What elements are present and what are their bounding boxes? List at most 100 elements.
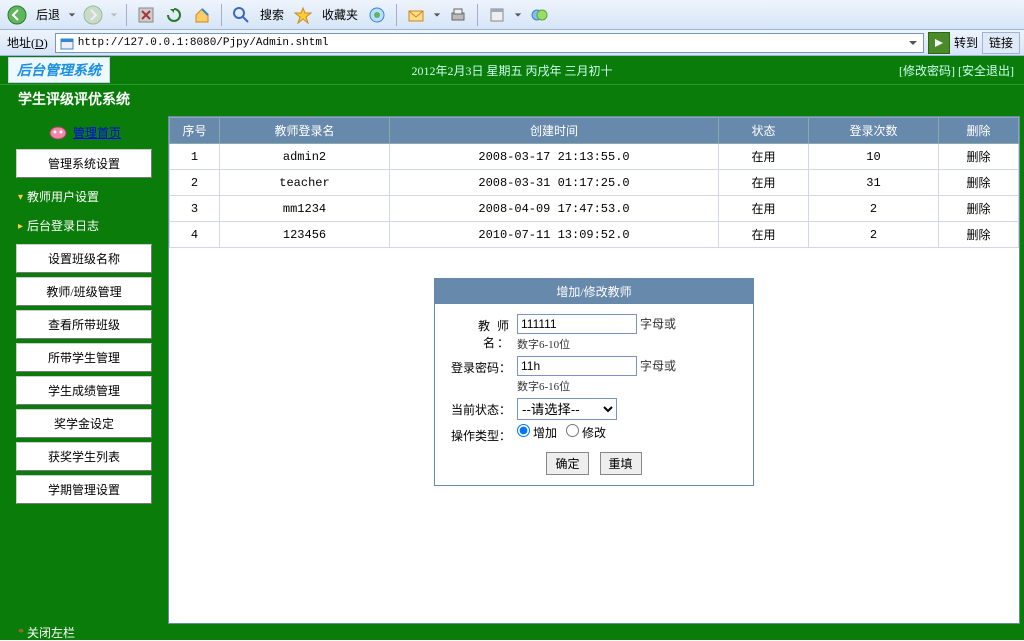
sidebar-item-award-list[interactable]: 获奖学生列表 xyxy=(16,442,152,471)
url-dropdown-icon[interactable] xyxy=(907,37,919,49)
refresh-icon[interactable] xyxy=(161,3,187,27)
table-row: 1admin22008-03-17 21:13:55.0在用10删除 xyxy=(170,144,1019,170)
header-links: [修改密码] [安全退出] xyxy=(899,62,1014,79)
change-password-link[interactable]: [修改密码] xyxy=(899,64,955,78)
sidebar-item-scholarship[interactable]: 奖学金设定 xyxy=(16,409,152,438)
teacher-name-input[interactable] xyxy=(517,314,637,334)
address-bar: 地址(D) http://127.0.0.1:8080/Pjpy/Admin.s… xyxy=(0,30,1024,56)
print-icon[interactable] xyxy=(445,3,471,27)
edit-dropdown[interactable] xyxy=(512,11,524,19)
mail-icon[interactable] xyxy=(403,3,429,27)
sidebar-cat-login-log[interactable]: 后台登录日志 xyxy=(10,211,158,240)
main-wrap: 管理首页 管理系统设置 教师用户设置 后台登录日志 设置班级名称 教师/班级管理… xyxy=(0,112,1024,624)
home-icon[interactable] xyxy=(189,3,215,27)
table-row: 41234562010-07-11 13:09:52.0在用2删除 xyxy=(170,222,1019,248)
logout-link[interactable]: [安全退出] xyxy=(958,64,1014,78)
search-icon[interactable] xyxy=(228,3,254,27)
favorites-label: 收藏夹 xyxy=(318,6,362,23)
url-text: http://127.0.0.1:8080/Pjpy/Admin.shtml xyxy=(78,37,329,49)
form-title: 增加/修改教师 xyxy=(435,279,753,304)
stop-icon[interactable] xyxy=(133,3,159,27)
password-input[interactable] xyxy=(517,356,637,376)
sidebar-item-teacher-class[interactable]: 教师/班级管理 xyxy=(16,277,152,306)
op-mod-radio[interactable] xyxy=(566,424,579,437)
back-dropdown[interactable] xyxy=(66,11,78,19)
sidebar-item-view-class[interactable]: 查看所带班级 xyxy=(16,310,152,339)
teacher-name-subhint: 数字6-10位 xyxy=(517,336,739,352)
header-datetime: 2012年2月3日 星期五 丙戌年 三月初十 xyxy=(411,62,612,79)
edit-icon[interactable] xyxy=(484,3,510,27)
cell-count: 10 xyxy=(809,144,939,170)
password-hint: 字母或 xyxy=(640,359,676,373)
address-label: 地址(D) xyxy=(4,34,51,51)
sidebar-home[interactable]: 管理首页 xyxy=(10,120,158,145)
back-button[interactable] xyxy=(4,3,30,27)
sidebar-item-sys-settings[interactable]: 管理系统设置 xyxy=(16,149,152,178)
th-seq: 序号 xyxy=(170,118,220,144)
cell-del[interactable]: 删除 xyxy=(939,144,1019,170)
browser-toolbar: 后退 搜索 收藏夹 xyxy=(0,0,1024,30)
cell-del[interactable]: 删除 xyxy=(939,170,1019,196)
cell-created: 2008-03-31 01:17:25.0 xyxy=(390,170,719,196)
sidebar-item-term-mgmt[interactable]: 学期管理设置 xyxy=(16,475,152,504)
th-login: 教师登录名 xyxy=(220,118,390,144)
forward-dropdown[interactable] xyxy=(108,11,120,19)
url-input[interactable]: http://127.0.0.1:8080/Pjpy/Admin.shtml xyxy=(55,33,924,53)
history-icon[interactable] xyxy=(364,3,390,27)
favorites-icon[interactable] xyxy=(290,3,316,27)
submit-button[interactable]: 确定 xyxy=(546,452,588,475)
cell-created: 2010-07-11 13:09:52.0 xyxy=(390,222,719,248)
cell-count: 31 xyxy=(809,170,939,196)
password-label: 登录密码： xyxy=(449,356,511,376)
go-label: 转到 xyxy=(954,34,978,51)
home-small-icon xyxy=(47,125,69,141)
footer-bar: * 关闭左栏 xyxy=(0,624,1024,640)
cell-created: 2008-04-09 17:47:53.0 xyxy=(390,196,719,222)
forward-button[interactable] xyxy=(80,3,106,27)
th-status: 状态 xyxy=(719,118,809,144)
reset-button[interactable]: 重填 xyxy=(600,452,642,475)
cell-seq: 2 xyxy=(170,170,220,196)
asterisk-icon: * xyxy=(18,625,24,640)
table-row: 2teacher2008-03-31 01:17:25.0在用31删除 xyxy=(170,170,1019,196)
system-title: 学生评级评优系统 xyxy=(18,89,130,109)
sidebar-item-student-mgmt[interactable]: 所带学生管理 xyxy=(16,343,152,372)
sidebar-item-grade-mgmt[interactable]: 学生成绩管理 xyxy=(16,376,152,405)
cell-seq: 1 xyxy=(170,144,220,170)
go-button[interactable] xyxy=(928,32,950,54)
mail-dropdown[interactable] xyxy=(431,11,443,19)
table-body: 1admin22008-03-17 21:13:55.0在用10删除2teach… xyxy=(170,144,1019,248)
content-area: 序号 教师登录名 创建时间 状态 登录次数 删除 1admin22008-03-… xyxy=(168,116,1020,624)
app-logo: 后台管理系统 xyxy=(8,57,110,83)
teacher-form: 增加/修改教师 教 师 名： 字母或 数字6-10位 登录密码： 字母或 数字 xyxy=(434,278,754,486)
links-button[interactable]: 链接 xyxy=(982,32,1020,54)
close-left-link[interactable]: 关闭左栏 xyxy=(27,624,75,641)
cell-status: 在用 xyxy=(719,222,809,248)
th-created: 创建时间 xyxy=(390,118,719,144)
th-count: 登录次数 xyxy=(809,118,939,144)
cell-login: teacher xyxy=(220,170,390,196)
cell-del[interactable]: 删除 xyxy=(939,196,1019,222)
cell-del[interactable]: 删除 xyxy=(939,222,1019,248)
app-header: 后台管理系统 2012年2月3日 星期五 丙戌年 三月初十 [修改密码] [安全… xyxy=(0,56,1024,84)
status-label: 当前状态： xyxy=(449,398,511,418)
cell-seq: 4 xyxy=(170,222,220,248)
sidebar-cat-teacher-users[interactable]: 教师用户设置 xyxy=(10,182,158,211)
back-label: 后退 xyxy=(32,6,64,23)
cell-seq: 3 xyxy=(170,196,220,222)
cell-login: admin2 xyxy=(220,144,390,170)
th-del: 删除 xyxy=(939,118,1019,144)
cell-login: mm1234 xyxy=(220,196,390,222)
search-label: 搜索 xyxy=(256,6,288,23)
sidebar-item-class-name[interactable]: 设置班级名称 xyxy=(16,244,152,273)
cell-status: 在用 xyxy=(719,144,809,170)
cell-created: 2008-03-17 21:13:55.0 xyxy=(390,144,719,170)
cell-status: 在用 xyxy=(719,196,809,222)
op-add-radio[interactable] xyxy=(517,424,530,437)
teacher-name-hint: 字母或 xyxy=(640,317,676,331)
sub-header: 学生评级评优系统 xyxy=(0,84,1024,112)
messenger-icon[interactable] xyxy=(526,3,552,27)
teacher-name-label: 教 师 名： xyxy=(449,314,511,351)
optype-label: 操作类型： xyxy=(449,424,511,444)
status-select[interactable]: --请选择-- xyxy=(517,398,617,420)
